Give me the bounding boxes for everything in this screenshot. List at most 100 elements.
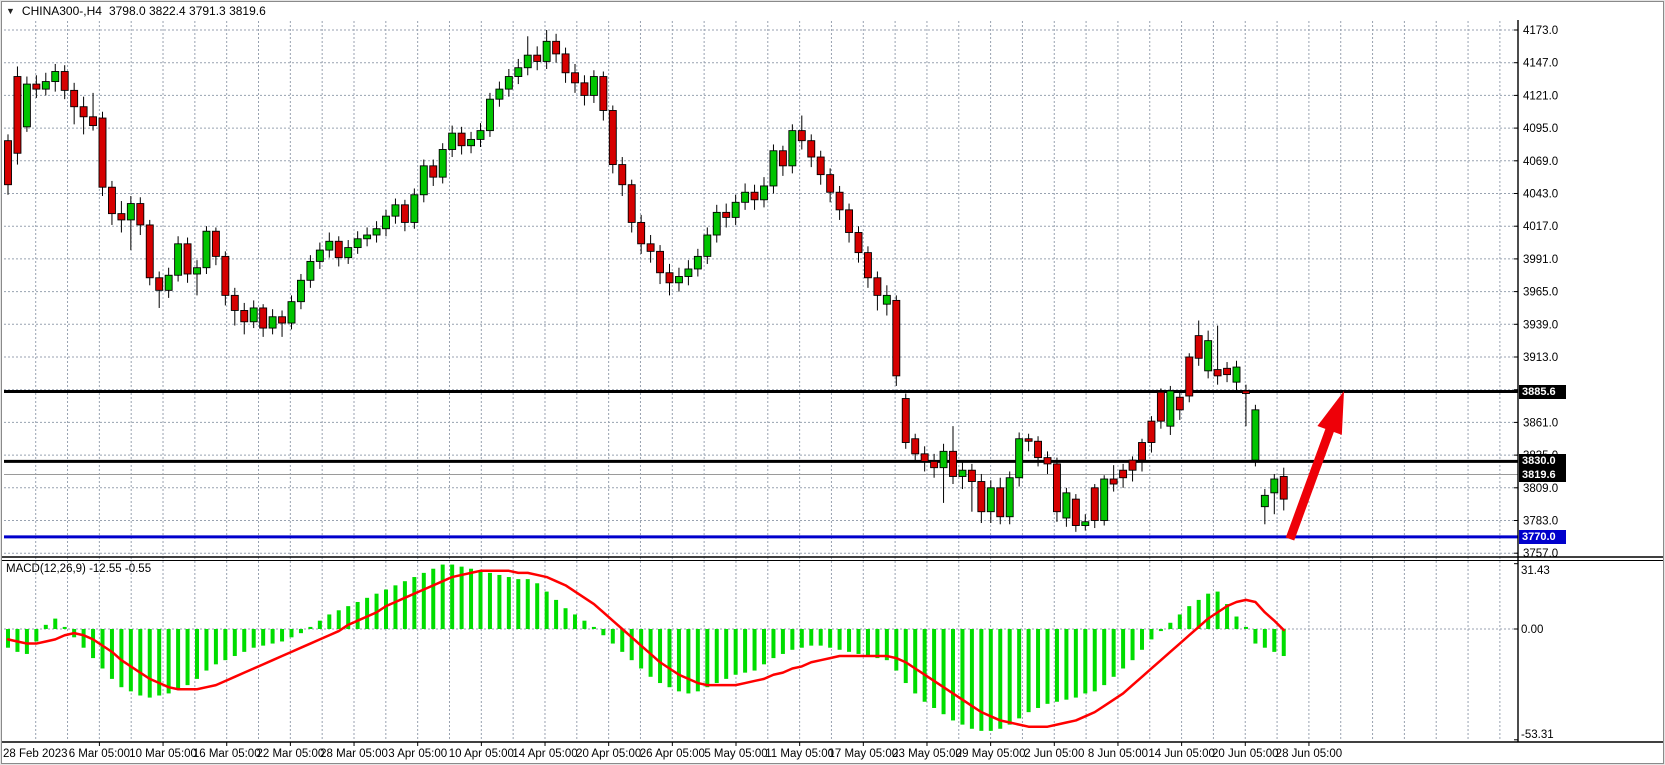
candle-body <box>1252 410 1259 460</box>
candle-body <box>883 295 890 304</box>
macd-histogram-bar <box>1149 629 1153 639</box>
time-tick-label[interactable]: 10 Apr 05:00 <box>449 748 514 760</box>
candle-body <box>940 451 947 467</box>
candle-body <box>1167 391 1174 426</box>
candle-body <box>590 77 597 96</box>
candle-body <box>269 317 276 328</box>
macd-histogram-bar <box>204 629 208 671</box>
time-tick-label[interactable]: 11 May 05:00 <box>765 748 834 760</box>
macd-histogram-bar <box>620 629 624 652</box>
time-tick-label[interactable]: 14 Apr 05:00 <box>512 748 577 760</box>
candle-body <box>761 186 768 200</box>
macd-histogram-bar <box>904 629 908 683</box>
macd-histogram-bar <box>771 629 775 658</box>
macd-histogram-bar <box>573 614 577 629</box>
candle-body <box>401 205 408 223</box>
macd-histogram-bar <box>479 571 483 629</box>
macd-histogram-bar <box>384 590 388 629</box>
chart-plot[interactable]: 4173.04147.04121.04095.04069.04043.04017… <box>0 0 1665 765</box>
macd-histogram-bar <box>290 629 294 637</box>
macd-histogram-bar <box>1027 629 1031 712</box>
candle-body <box>449 133 456 149</box>
price-tick-label: 3913.0 <box>1523 352 1558 364</box>
time-tick-label[interactable]: 8 Jun 05:00 <box>1088 748 1148 760</box>
macd-histogram-bar <box>715 629 719 683</box>
macd-indicator-label: MACD(12,26,9) -12.55 -0.55 <box>6 563 151 575</box>
time-tick-label[interactable]: 16 Mar 05:00 <box>193 748 261 760</box>
candle-body <box>1120 470 1127 478</box>
macd-histogram-bar <box>1017 629 1021 718</box>
candle-body <box>373 229 380 235</box>
macd-histogram-bar <box>838 629 842 650</box>
candle-body <box>222 256 229 295</box>
macd-histogram-bar <box>101 629 105 668</box>
macd-histogram-bar <box>1168 623 1172 629</box>
candle-body <box>742 192 749 202</box>
candle-body <box>600 77 607 111</box>
time-tick-label[interactable]: 28 Jun 05:00 <box>1276 748 1343 760</box>
macd-histogram-bar <box>299 629 303 633</box>
time-tick-label[interactable]: 26 Apr 05:00 <box>640 748 705 760</box>
candle-body <box>1025 439 1032 442</box>
macd-histogram-bar <box>431 569 435 629</box>
time-tick-label[interactable]: 14 Jun 05:00 <box>1148 748 1215 760</box>
candle-body <box>1242 391 1249 394</box>
candle-body <box>628 185 635 223</box>
price-tag-current: 3819.6 <box>1519 468 1566 482</box>
candle-body <box>137 204 144 225</box>
candle-body <box>335 241 342 257</box>
candle-body <box>279 317 286 323</box>
candle-body <box>1148 421 1155 442</box>
price-tick-label: 4095.0 <box>1523 123 1558 135</box>
price-tick-label: 3939.0 <box>1523 319 1558 331</box>
time-tick-label[interactable]: 10 Mar 05:00 <box>129 748 197 760</box>
macd-histogram-bar <box>1102 629 1106 685</box>
candle-body <box>364 235 371 239</box>
candle-body <box>921 454 928 462</box>
price-tick-label: 4017.0 <box>1523 221 1558 233</box>
candle-body <box>1205 341 1212 371</box>
macd-histogram-bar <box>129 629 133 691</box>
macd-histogram-bar <box>705 629 709 687</box>
time-tick-label[interactable]: 29 May 05:00 <box>956 748 1026 760</box>
price-tick-label: 4069.0 <box>1523 156 1558 168</box>
macd-histogram-bar <box>469 569 473 629</box>
candle-body <box>71 90 78 106</box>
macd-histogram-bar <box>875 629 879 658</box>
macd-histogram-bar <box>167 629 171 693</box>
time-tick-label[interactable]: 28 Feb 2023 <box>3 748 68 760</box>
time-tick-label[interactable]: 20 Jun 05:00 <box>1212 748 1279 760</box>
macd-histogram-bar <box>280 629 284 641</box>
candle-body <box>1139 443 1146 461</box>
time-tick-label[interactable]: 28 Mar 05:00 <box>320 748 388 760</box>
macd-histogram-bar <box>308 627 312 629</box>
macd-histogram-bar <box>516 579 520 629</box>
macd-histogram-bar <box>932 629 936 708</box>
candle-body <box>203 231 210 267</box>
macd-histogram-bar <box>734 629 738 675</box>
macd-histogram-bar <box>1055 629 1059 702</box>
time-tick-label[interactable]: 22 Mar 05:00 <box>256 748 324 760</box>
candle-body <box>836 192 843 210</box>
time-tick-label[interactable]: 6 Mar 05:00 <box>69 748 130 760</box>
macd-histogram-bar <box>422 573 426 629</box>
macd-histogram-bar <box>337 610 341 629</box>
price-tick-label: 3861.0 <box>1523 417 1558 429</box>
chart-background <box>0 0 1665 765</box>
time-tick-label[interactable]: 5 May 05:00 <box>704 748 767 760</box>
candle-body <box>1186 357 1193 396</box>
time-tick-label[interactable]: 23 May 05:00 <box>892 748 962 760</box>
candle-body <box>685 269 692 277</box>
macd-histogram-bar <box>318 621 322 629</box>
price-tick-label: 4121.0 <box>1523 90 1558 102</box>
candle-body <box>146 225 153 278</box>
symbol-dropdown-icon[interactable]: ▼ <box>6 7 15 16</box>
time-tick-label[interactable]: 2 Jun 05:00 <box>1024 748 1084 760</box>
time-tick-label[interactable]: 20 Apr 05:00 <box>576 748 641 760</box>
candle-body <box>165 275 172 290</box>
macd-histogram-bar <box>658 629 662 683</box>
macd-histogram-bar <box>592 627 596 629</box>
candle-body <box>1053 464 1060 512</box>
time-tick-label[interactable]: 17 May 05:00 <box>828 748 898 760</box>
time-tick-label[interactable]: 3 Apr 05:00 <box>388 748 447 760</box>
